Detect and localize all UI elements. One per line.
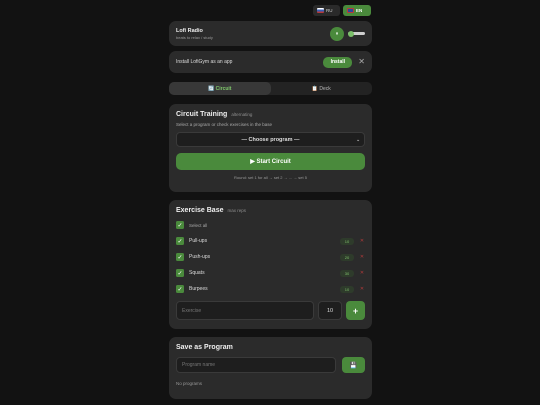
base-badge: max reps xyxy=(227,208,246,213)
select-all-checkbox[interactable]: ✓ xyxy=(176,221,184,229)
play-icon: ⏸ xyxy=(335,30,339,37)
exercise-name: Pull-ups xyxy=(189,238,208,244)
save-program-card: Save as Program Program name 💾 No progra… xyxy=(169,337,372,399)
program-select-value: — Choose program — xyxy=(241,136,300,143)
lang-ru-label: RU xyxy=(326,8,333,13)
tab-circuit-label: Circuit xyxy=(215,85,232,92)
radio-info: Lofi Radio beats to relax / study xyxy=(176,28,330,40)
exercise-name-input[interactable]: Exercise xyxy=(176,301,314,320)
close-icon[interactable]: ✕ xyxy=(358,58,365,66)
circuit-heading: Circuit Training alternating xyxy=(176,111,365,118)
install-button[interactable]: Install xyxy=(323,56,353,68)
exercise-name: Push-ups xyxy=(189,254,211,260)
circuit-title: Circuit Training xyxy=(176,111,228,118)
base-heading: Exercise Base max reps xyxy=(176,207,365,214)
exercise-name: Squats xyxy=(189,270,205,276)
radio-subtitle: beats to relax / study xyxy=(176,34,213,40)
tab-circuit[interactable]: 🔄 Circuit xyxy=(169,82,271,95)
circuit-card: Circuit Training alternating Select a pr… xyxy=(169,104,372,192)
exercise-row: ✓ Push-ups 20 ✕ xyxy=(176,253,365,261)
base-title: Exercise Base xyxy=(176,207,224,214)
save-heading: Save as Program xyxy=(176,344,365,351)
radio-play-button[interactable]: ⏸ xyxy=(330,26,344,41)
chevron-down-icon: ⌄ xyxy=(356,136,360,142)
exercise-checkbox[interactable]: ✓ xyxy=(176,269,184,277)
exercise-checkbox[interactable]: ✓ xyxy=(176,237,184,245)
rounds-text: Round: set 1 for all → set 2 → ... → set… xyxy=(234,175,307,180)
save-program-button[interactable]: 💾 xyxy=(342,357,365,373)
start-circuit-button[interactable]: ▶ Start Circuit xyxy=(176,153,365,170)
exercise-row: ✓ Squats 30 ✕ xyxy=(176,269,365,277)
install-banner: Install LofiGym as an app Install ✕ xyxy=(169,51,372,73)
tab-deck-label: Deck xyxy=(319,85,331,92)
exercise-base-card: Exercise Base max reps ✓ Select all ✓ Pu… xyxy=(169,200,372,329)
exercise-checkbox[interactable]: ✓ xyxy=(176,253,184,261)
exercise-row: ✓ Burpees 10 ✕ xyxy=(176,285,365,293)
lang-en-label: EN xyxy=(356,8,363,13)
uk-flag-icon xyxy=(347,8,354,13)
exercise-checkbox[interactable]: ✓ xyxy=(176,285,184,293)
exercise-name: Burpees xyxy=(189,286,208,292)
install-text: Install LofiGym as an app xyxy=(176,59,233,65)
deck-icon: 📋 xyxy=(311,85,318,92)
delete-icon[interactable]: ✕ xyxy=(359,238,365,244)
circuit-hint: Select a program or check exercises in t… xyxy=(176,122,273,127)
mode-tabs: 🔄 Circuit 📋 Deck xyxy=(169,82,372,95)
tab-deck[interactable]: 📋 Deck xyxy=(271,82,373,95)
volume-knob[interactable] xyxy=(348,30,354,37)
radio-card: Lofi Radio beats to relax / study ⏸ xyxy=(169,21,372,46)
exercise-reps[interactable]: 10 xyxy=(340,237,354,245)
ru-flag-icon xyxy=(317,8,324,13)
reps-input[interactable]: 10 xyxy=(318,301,342,320)
lang-ru-button[interactable]: RU xyxy=(313,5,340,16)
save-icon: 💾 xyxy=(349,362,358,369)
exercise-reps[interactable]: 10 xyxy=(340,285,354,293)
program-name-input[interactable]: Program name xyxy=(176,357,336,373)
delete-icon[interactable]: ✕ xyxy=(359,286,365,292)
add-exercise-row: Exercise 10 + xyxy=(176,301,365,320)
lang-en-button[interactable]: EN xyxy=(343,5,371,16)
select-all-label: Select all xyxy=(189,222,208,228)
exercise-reps[interactable]: 30 xyxy=(340,269,354,277)
circuit-badge: alternating xyxy=(231,112,253,117)
save-row: Program name 💾 xyxy=(176,357,365,373)
add-exercise-button[interactable]: + xyxy=(346,301,365,320)
circuit-icon: 🔄 xyxy=(208,85,215,92)
exercise-row: ✓ Pull-ups 10 ✕ xyxy=(176,237,365,245)
radio-title: Lofi Radio xyxy=(176,27,203,34)
delete-icon[interactable]: ✕ xyxy=(359,254,365,260)
delete-icon[interactable]: ✕ xyxy=(359,270,365,276)
save-title: Save as Program xyxy=(176,344,233,351)
select-all-row[interactable]: ✓ Select all xyxy=(176,221,365,229)
programs-empty-text: No programs xyxy=(176,381,203,386)
program-select[interactable]: — Choose program — ⌄ xyxy=(176,132,365,147)
volume-slider[interactable] xyxy=(348,30,365,37)
exercise-reps[interactable]: 20 xyxy=(340,253,354,261)
